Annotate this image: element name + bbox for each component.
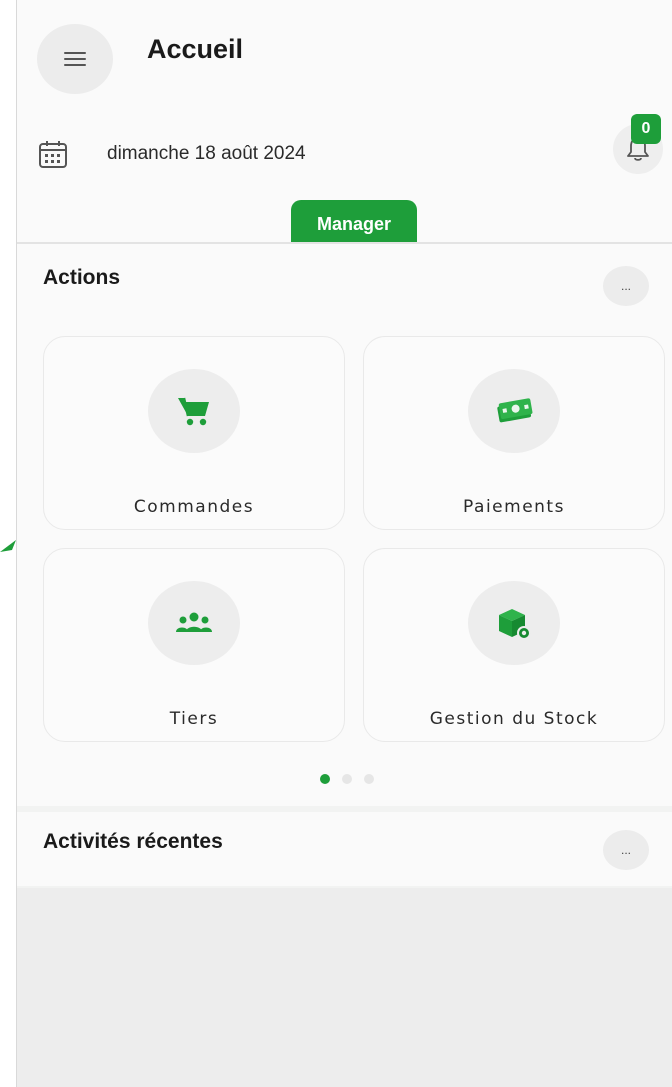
action-card-label: Paiements xyxy=(463,497,565,517)
action-card-label: Commandes xyxy=(133,497,255,517)
users-icon xyxy=(176,612,212,632)
action-card-tiers[interactable]: Tiers xyxy=(43,548,345,742)
recent-activities-section: Activités récentes ... xyxy=(17,812,672,886)
actions-title: Actions xyxy=(43,266,121,289)
action-card-paiements[interactable]: Paiements xyxy=(363,336,665,530)
app-screen: Accueil dimanche 18 août 2024 0 Manager … xyxy=(0,0,672,1087)
recent-more-button[interactable]: ... xyxy=(603,830,649,870)
recent-activities-title: Activités récentes xyxy=(43,830,223,853)
users-icon-circle xyxy=(148,581,240,665)
money-icon-circle xyxy=(468,369,560,453)
app-header: Accueil dimanche 18 août 2024 0 Manager xyxy=(17,0,672,244)
carousel-pagination xyxy=(320,774,374,784)
page-dot-3[interactable] xyxy=(364,774,374,784)
action-card-label: Tiers xyxy=(169,709,219,729)
page-dot-2[interactable] xyxy=(342,774,352,784)
menu-button[interactable] xyxy=(37,24,113,94)
action-card-label: Gestion du Stock xyxy=(429,709,599,729)
recent-activities-list xyxy=(17,888,672,1087)
notification-badge: 0 xyxy=(631,114,661,144)
action-card-gestion-du-stock[interactable]: Gestion du Stock xyxy=(363,548,665,742)
current-date: dimanche 18 août 2024 xyxy=(107,143,306,164)
action-card-commandes[interactable]: Commandes xyxy=(43,336,345,530)
package-icon xyxy=(499,609,531,640)
tab-manager[interactable]: Manager xyxy=(291,200,417,242)
cart-icon xyxy=(178,397,209,426)
actions-section: Actions ... Commandes Paiements Tiers Ge… xyxy=(17,244,672,806)
calendar-icon xyxy=(39,141,67,168)
money-icon xyxy=(497,398,533,423)
package-icon-circle xyxy=(468,581,560,665)
hamburger-icon xyxy=(64,52,86,66)
outer-gutter xyxy=(0,0,16,1087)
cart-icon-circle xyxy=(148,369,240,453)
actions-more-button[interactable]: ... xyxy=(603,266,649,306)
phone-frame: Accueil dimanche 18 août 2024 0 Manager … xyxy=(16,0,672,1087)
page-dot-1[interactable] xyxy=(320,774,330,784)
page-title: Accueil xyxy=(147,34,244,64)
